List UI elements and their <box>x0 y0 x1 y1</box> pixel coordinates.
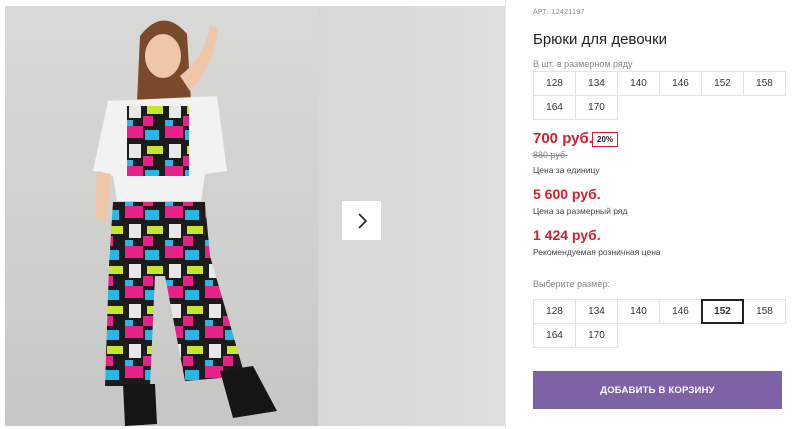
pack-size-cell: 170 <box>575 95 618 120</box>
retail-price-note: Рекомендуемая розничная цена <box>533 247 661 257</box>
pack-size-cell: 140 <box>617 71 660 96</box>
size-option-selected[interactable]: 152 <box>701 299 744 324</box>
pack-sizes-grid: 128 134 140 146 152 158 164 170 <box>533 71 786 120</box>
pack-size-cell: 152 <box>701 71 744 96</box>
size-option[interactable]: 158 <box>743 299 786 324</box>
article-number: АРТ. 12421197 <box>533 9 585 16</box>
pack-price: 5 600 руб. <box>533 186 601 202</box>
article-value: 12421197 <box>551 9 585 16</box>
product-gallery <box>0 6 505 426</box>
retail-price: 1 424 руб. <box>533 227 601 243</box>
chevron-right-icon <box>357 212 367 229</box>
pack-size-cell: 128 <box>533 71 576 96</box>
gallery-next-button[interactable] <box>342 201 381 240</box>
unit-price: 700 руб. <box>533 130 593 147</box>
pack-sizes-label: В шт. в размерном ряду <box>533 59 633 69</box>
pack-size-cell: 158 <box>743 71 786 96</box>
pack-size-cell: 146 <box>659 71 702 96</box>
unit-price-note: Цена за единицу <box>533 165 600 175</box>
size-select-label: Выберите размер: <box>533 279 610 289</box>
product-photo-illustration <box>93 20 277 426</box>
size-option[interactable]: 134 <box>575 299 618 324</box>
size-option[interactable]: 140 <box>617 299 660 324</box>
product-photo <box>5 6 318 426</box>
product-title: Брюки для девочки <box>533 31 668 48</box>
pack-size-cell: 134 <box>575 71 618 96</box>
add-to-cart-button[interactable]: ДОБАВИТЬ В КОРЗИНУ <box>533 371 782 409</box>
column-divider <box>505 0 506 429</box>
article-label: АРТ. <box>533 9 549 16</box>
size-select-grid: 128 134 140 146 152 158 164 170 <box>533 299 786 348</box>
size-option[interactable]: 146 <box>659 299 702 324</box>
size-option[interactable]: 128 <box>533 299 576 324</box>
pack-size-cell: 164 <box>533 95 576 120</box>
pack-price-note: Цена за размерный ряд <box>533 206 628 216</box>
size-option[interactable]: 170 <box>575 323 618 348</box>
discount-badge: 20% <box>592 132 619 147</box>
old-price: 880 руб. <box>533 150 568 160</box>
size-option[interactable]: 164 <box>533 323 576 348</box>
